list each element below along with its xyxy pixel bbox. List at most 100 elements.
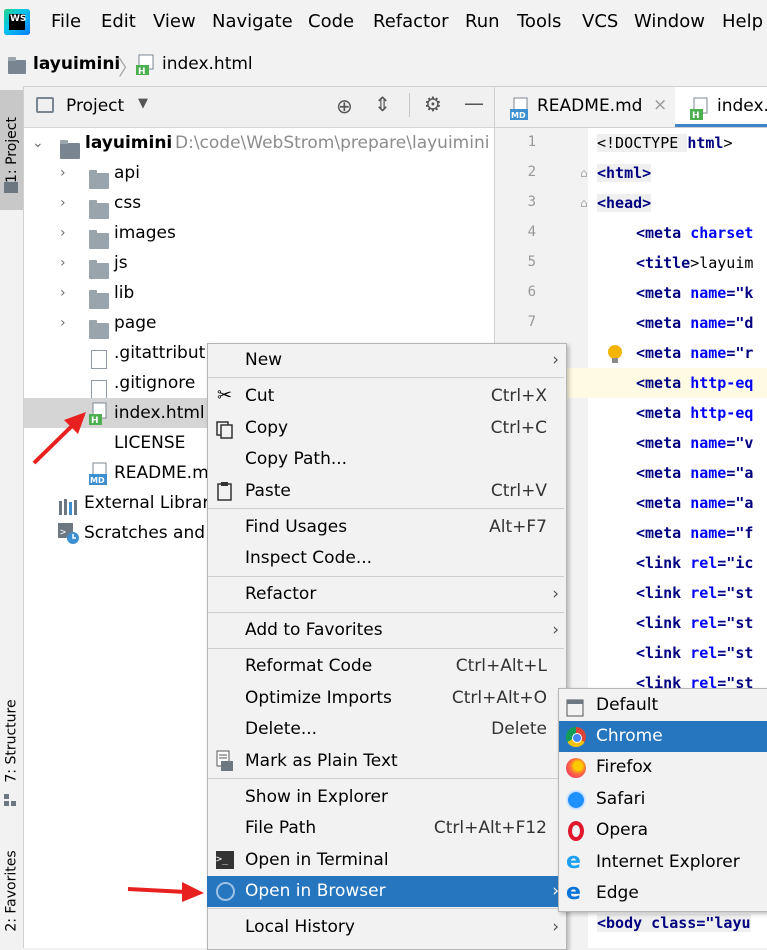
left-tool-stripe: 1: Project 7: Structure 2: Favorites — [0, 86, 24, 948]
menu-file[interactable]: File — [51, 11, 81, 33]
safari-icon — [566, 790, 586, 810]
menu-help[interactable]: Help — [722, 11, 763, 33]
tree-root-row[interactable]: ⌄ layuimini D:\code\WebStrom\prepare\lay… — [24, 128, 494, 159]
breadcrumb-file[interactable]: index.html — [162, 54, 253, 74]
tree-scratches[interactable]: >_ Scratches and — [24, 518, 208, 548]
tree-external-libraries[interactable]: External Librar — [24, 488, 210, 518]
tree-folder-images[interactable]: › images — [24, 218, 494, 249]
browser-item-edge[interactable]: e Edge — [559, 878, 767, 909]
red-arrow-annotation — [28, 408, 90, 468]
code-attr: name — [690, 524, 727, 542]
fold-icon[interactable]: ⌂ — [580, 166, 588, 180]
svg-text:MD: MD — [511, 111, 526, 120]
tree-external-label: External Librar — [84, 493, 210, 513]
breadcrumb-project[interactable]: layuimini — [33, 54, 120, 74]
menu-item-open-terminal[interactable]: >_ Open in Terminal — [207, 845, 565, 875]
code-tag: <meta — [636, 224, 691, 242]
menu-item-inspect-code[interactable]: Inspect Code... — [207, 543, 565, 573]
line-number: 1 — [527, 134, 536, 150]
menu-item-local-history[interactable]: Local History › — [207, 912, 565, 942]
line-number: 3 — [527, 194, 536, 210]
lightbulb-icon[interactable] — [607, 344, 623, 366]
menu-item-refactor[interactable]: Refactor › — [207, 579, 565, 609]
minimize-icon[interactable]: — — [464, 91, 484, 115]
menu-item-copy-path[interactable]: Copy Path... — [207, 444, 565, 474]
project-folder-icon — [8, 57, 26, 74]
menu-item-reformat-code[interactable]: Reformat Code Ctrl+Alt+L — [207, 651, 565, 681]
tree-folder-page[interactable]: › page — [24, 308, 494, 339]
menu-separator — [208, 648, 564, 649]
menu-edit[interactable]: Edit — [101, 11, 136, 33]
project-view-title[interactable]: Project — [66, 96, 124, 116]
code-rest: > — [642, 194, 652, 212]
copy-icon — [216, 419, 234, 439]
gear-icon[interactable]: ⚙ — [424, 92, 442, 116]
scratches-icon: >_ — [58, 523, 80, 545]
code-tag: <meta — [636, 464, 691, 482]
chevron-down-icon[interactable]: ▼ — [138, 96, 148, 111]
menu-navigate[interactable]: Navigate — [212, 11, 293, 33]
chevron-right-icon: › — [552, 620, 559, 640]
root-folder-name: layuimini — [85, 133, 173, 153]
code-rest: > — [723, 134, 733, 152]
tree-folder-js[interactable]: › js — [24, 248, 494, 279]
tree-folder-api[interactable]: › api — [24, 158, 494, 189]
menu-vcs[interactable]: VCS — [582, 11, 618, 33]
structure-tool-tab[interactable]: 7: Structure — [0, 686, 23, 796]
code-tag: <title — [636, 254, 691, 272]
menu-item-cut[interactable]: ✂ Cut Ctrl+X — [207, 381, 565, 411]
close-icon[interactable]: × — [653, 95, 667, 115]
folder-icon — [89, 320, 109, 339]
code-rest: ="st — [717, 614, 754, 632]
tab-index-html[interactable]: H index. — [675, 87, 767, 127]
scissors-icon: ✂ — [217, 385, 233, 406]
tree-folder-label: js — [114, 253, 128, 273]
code-line: <title>layuim — [636, 254, 753, 272]
browser-item-firefox[interactable]: Firefox — [559, 752, 767, 783]
menu-refactor[interactable]: Refactor — [373, 11, 449, 33]
menu-item-add-to-favorites[interactable]: Add to Favorites › — [207, 615, 565, 645]
collapse-all-icon[interactable]: ⇕ — [374, 92, 391, 116]
menu-run[interactable]: Run — [465, 11, 500, 33]
code-line: <meta name="v — [636, 434, 753, 452]
code-tag: <head — [597, 194, 643, 212]
menu-item-open-in-browser[interactable]: Open in Browser › — [207, 876, 565, 907]
menu-code[interactable]: Code — [308, 11, 354, 33]
tree-folder-label: images — [114, 223, 176, 243]
menu-window[interactable]: Window — [634, 11, 705, 33]
tree-file-gitignore[interactable]: .gitignore — [24, 368, 208, 399]
menu-view[interactable]: View — [153, 11, 196, 33]
locate-icon[interactable]: ⊕ — [336, 94, 353, 118]
code-rest: ="st — [717, 584, 754, 602]
menu-item-find-usages[interactable]: Find Usages Alt+F7 — [207, 512, 565, 542]
clipboard-icon — [216, 481, 234, 501]
tree-file-gitattributes[interactable]: .gitattribut — [24, 338, 208, 369]
code-rest: ="f — [726, 524, 754, 542]
fold-icon[interactable]: ⌂ — [580, 196, 588, 210]
html-file-icon: H — [88, 402, 110, 426]
tree-folder-lib[interactable]: › lib — [24, 278, 494, 309]
code-line: <meta name="d — [636, 314, 753, 332]
code-tag: <meta — [636, 284, 691, 302]
menu-item-file-path[interactable]: File Path Ctrl+Alt+F12 — [207, 813, 565, 843]
menu-item-show-in-explorer[interactable]: Show in Explorer — [207, 782, 565, 812]
html-file-icon: H — [689, 97, 711, 121]
tree-folder-css[interactable]: › css — [24, 188, 494, 219]
browser-item-internet-explorer[interactable]: e Internet Explorer — [559, 847, 767, 878]
favorites-tool-tab[interactable]: 2: Favorites — [0, 836, 23, 946]
menu-item-optimize-imports[interactable]: Optimize Imports Ctrl+Alt+O — [207, 683, 565, 713]
code-line: <link rel="st — [636, 584, 753, 602]
tab-readme[interactable]: MD README.md × — [495, 87, 675, 127]
menu-item-new[interactable]: New › — [207, 345, 565, 375]
browser-item-opera[interactable]: Opera — [559, 815, 767, 846]
menu-item-delete[interactable]: Delete... Delete — [207, 714, 565, 744]
menu-item-copy[interactable]: Copy Ctrl+C — [207, 413, 565, 443]
browser-item-chrome[interactable]: Chrome — [559, 721, 767, 752]
menu-item-mark-plain-text[interactable]: Mark as Plain Text — [207, 746, 565, 776]
menu-item-paste[interactable]: Paste Ctrl+V — [207, 476, 565, 506]
svg-text:H: H — [692, 111, 700, 121]
menu-tools[interactable]: Tools — [517, 11, 561, 33]
browser-item-safari[interactable]: Safari — [559, 784, 767, 815]
browser-item-default[interactable]: Default — [559, 690, 767, 721]
tree-file-label: .gitattribut — [114, 343, 206, 363]
